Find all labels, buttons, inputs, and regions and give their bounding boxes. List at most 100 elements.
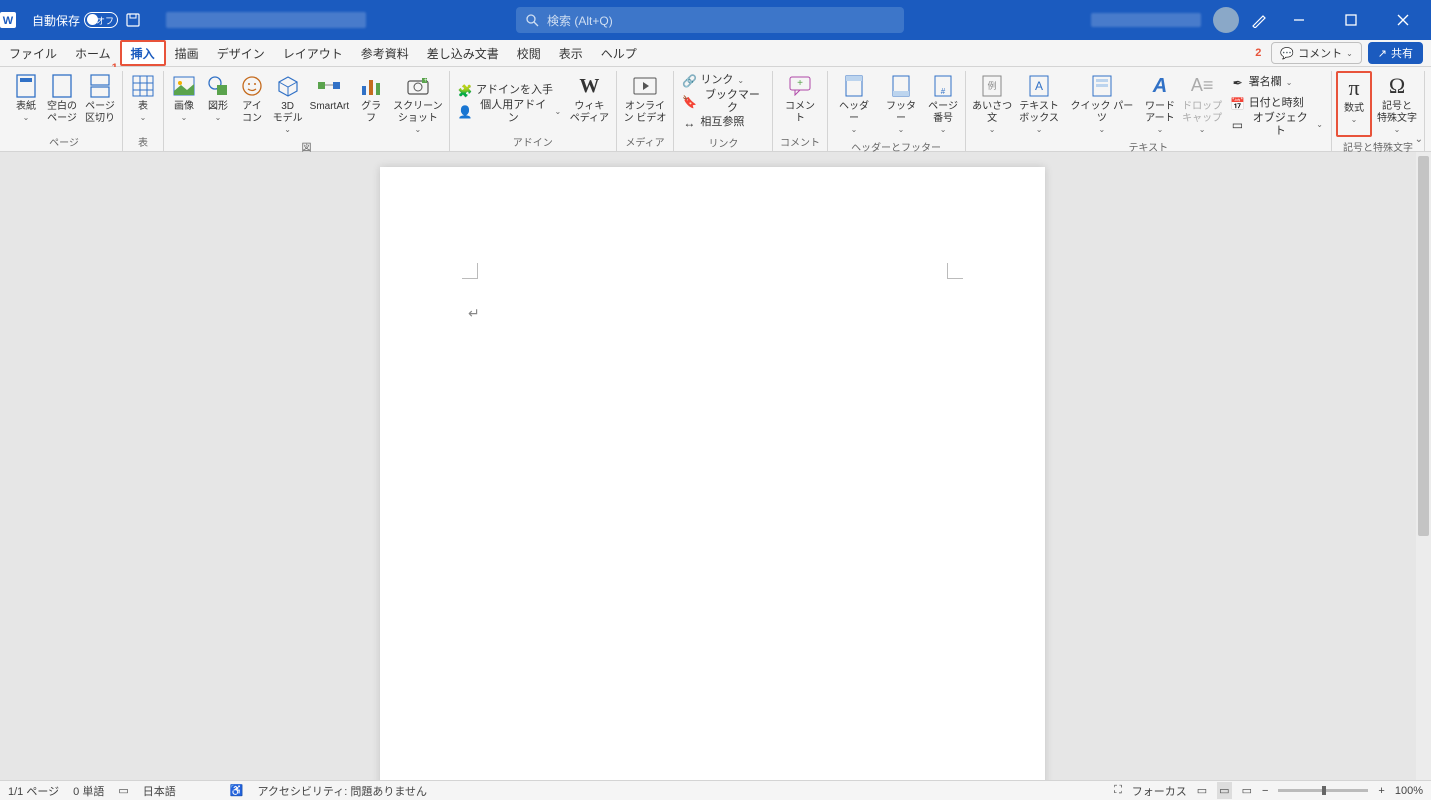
tab-mailings[interactable]: 差し込み文書 [418, 40, 508, 66]
insert-comment-button[interactable]: +コメント [777, 71, 822, 132]
omega-icon: Ω [1384, 73, 1410, 99]
print-layout-icon[interactable]: ▭ [1217, 782, 1231, 799]
page-break-button[interactable]: ページ 区切り [82, 71, 118, 132]
read-mode-icon[interactable]: ▭ [1197, 784, 1207, 797]
crossref-button[interactable]: ↔相互参照 [678, 113, 768, 133]
store-icon: 🧩 [458, 84, 472, 98]
collapse-ribbon-button[interactable]: ⌄ [1415, 134, 1423, 145]
comment-icon: 💬 [1280, 47, 1294, 60]
3d-models-button[interactable]: 3D モデル⌄ [270, 71, 305, 137]
group-text: 例あいさつ 文⌄ Aテキスト ボックス⌄ クイック パーツ⌄ Aワード アート⌄… [966, 71, 1332, 151]
bookmark-button[interactable]: 🔖ブックマーク [678, 92, 768, 112]
statusbar: 1/1 ページ 0 単語 ▭ 日本語 ♿ アクセシビリティ: 問題ありません ⛶… [0, 780, 1431, 800]
footer-button[interactable]: フッター⌄ [879, 71, 924, 137]
margin-corner-tl [462, 263, 478, 279]
tab-help[interactable]: ヘルプ [592, 40, 646, 66]
page[interactable]: ↵ [380, 167, 1045, 780]
wordart-button[interactable]: Aワード アート⌄ [1142, 71, 1177, 137]
object-icon: ▭ [1231, 118, 1245, 132]
tab-view[interactable]: 表示 [550, 40, 592, 66]
symbol-button[interactable]: Ω記号と 特殊文字⌄ [1374, 71, 1420, 137]
cover-page-button[interactable]: 表紙⌄ [10, 71, 42, 132]
chart-button[interactable]: グラフ [354, 71, 389, 137]
maximize-button[interactable] [1331, 0, 1371, 40]
wikipedia-icon: W [576, 73, 602, 99]
focus-icon[interactable]: ⛶ [1114, 784, 1122, 797]
word-app-icon: W [0, 12, 28, 28]
greeting-icon: 例 [979, 73, 1005, 99]
search-input[interactable]: 検索 (Alt+Q) [516, 7, 904, 33]
spellcheck-icon[interactable]: ▭ [118, 784, 128, 797]
status-words[interactable]: 0 単語 [73, 783, 104, 799]
group-media: オンライ ン ビデオ メディア [617, 71, 675, 151]
calendar-icon: 📅 [1231, 97, 1245, 111]
autosave-toggle[interactable]: 自動保存 オフ [32, 12, 118, 29]
tab-references[interactable]: 参考資料 [352, 40, 418, 66]
zoom-in-button[interactable]: + [1378, 785, 1384, 797]
dropcap-button[interactable]: A≡ドロップ キャップ⌄ [1180, 71, 1225, 137]
blank-page-button[interactable]: 空白の ページ [44, 71, 80, 132]
screenshot-button[interactable]: +スクリーン ショット⌄ [391, 71, 445, 137]
comment-dropdown[interactable]: 💬 コメント ⌄ [1271, 42, 1361, 64]
toggle-off-icon[interactable]: オフ [84, 12, 118, 28]
group-comments-label: コメント [780, 132, 820, 151]
greeting-button[interactable]: 例あいさつ 文⌄ [970, 71, 1015, 137]
scrollbar-thumb[interactable] [1418, 156, 1429, 536]
tab-review[interactable]: 校閲 [508, 40, 550, 66]
dropcap-icon: A≡ [1189, 73, 1215, 99]
status-accessibility[interactable]: アクセシビリティ: 問題ありません [257, 783, 427, 799]
tab-insert[interactable]: 挿入 1 [120, 40, 166, 66]
ribbon: 表紙⌄ 空白の ページ ページ 区切り ページ 表⌄ 表 画像⌄ 図形⌄ アイ … [0, 67, 1431, 152]
comment-bubble-icon: + [787, 73, 813, 99]
status-page[interactable]: 1/1 ページ [8, 783, 59, 799]
object-button[interactable]: ▭オブジェクト⌄ [1227, 115, 1327, 135]
status-language[interactable]: 日本語 [143, 783, 176, 799]
zoom-out-button[interactable]: − [1262, 785, 1268, 797]
minimize-button[interactable] [1279, 0, 1319, 40]
web-layout-icon[interactable]: ▭ [1242, 784, 1252, 797]
shapes-button[interactable]: 図形⌄ [202, 71, 234, 137]
pictures-button[interactable]: 画像⌄ [168, 71, 200, 137]
close-button[interactable] [1383, 0, 1423, 40]
link-icon: 🔗 [682, 74, 696, 88]
vertical-scrollbar[interactable] [1416, 152, 1431, 780]
pictures-icon [171, 73, 197, 99]
table-icon [130, 73, 156, 99]
tab-file[interactable]: ファイル [0, 40, 66, 66]
page-number-button[interactable]: #ページ 番号⌄ [926, 71, 961, 137]
shapes-icon [205, 73, 231, 99]
zoom-level[interactable]: 100% [1395, 785, 1423, 797]
tab-design[interactable]: デザイン [208, 40, 274, 66]
avatar[interactable] [1213, 7, 1239, 33]
group-headerfooter: ヘッダー⌄ フッター⌄ #ページ 番号⌄ ヘッダーとフッター [828, 71, 966, 151]
document-area[interactable]: ↵ [0, 152, 1431, 780]
group-addins: 🧩アドインを入手 👤個人用アドイン⌄ Wウィキ ペディア アドイン [450, 71, 617, 151]
share-button[interactable]: ↗ 共有 [1368, 42, 1423, 64]
svg-text:A: A [1035, 79, 1043, 93]
smartart-icon [316, 73, 342, 99]
signature-button[interactable]: ✒署名欄⌄ [1227, 73, 1327, 93]
equation-button[interactable]: π数式⌄ [1336, 71, 1372, 137]
icons-button[interactable]: アイ コン [236, 71, 268, 137]
zoom-slider[interactable] [1278, 789, 1368, 792]
header-button[interactable]: ヘッダー⌄ [832, 71, 877, 137]
table-button[interactable]: 表⌄ [127, 71, 159, 132]
smartart-button[interactable]: SmartArt [307, 71, 351, 137]
blank-page-icon [49, 73, 75, 99]
save-icon[interactable] [126, 13, 140, 27]
marker-2: 2 [1255, 47, 1261, 59]
tab-layout[interactable]: レイアウト [274, 40, 352, 66]
wikipedia-button[interactable]: Wウィキ ペディア [567, 71, 611, 132]
footer-icon [888, 73, 914, 99]
online-video-button[interactable]: オンライ ン ビデオ [621, 71, 670, 132]
pi-icon: π [1341, 75, 1367, 101]
pen-icon[interactable] [1251, 12, 1267, 28]
status-focus[interactable]: フォーカス [1132, 783, 1187, 799]
quickparts-button[interactable]: クイック パーツ⌄ [1063, 71, 1140, 137]
cursor-pilcrow: ↵ [468, 305, 480, 322]
accessibility-icon: ♿ [230, 784, 244, 797]
tab-draw[interactable]: 描画 [166, 40, 208, 66]
textbox-button[interactable]: Aテキスト ボックス⌄ [1017, 71, 1062, 137]
my-addins-button[interactable]: 👤個人用アドイン⌄ [454, 102, 565, 122]
titlebar: W 自動保存 オフ 検索 (Alt+Q) [0, 0, 1431, 40]
